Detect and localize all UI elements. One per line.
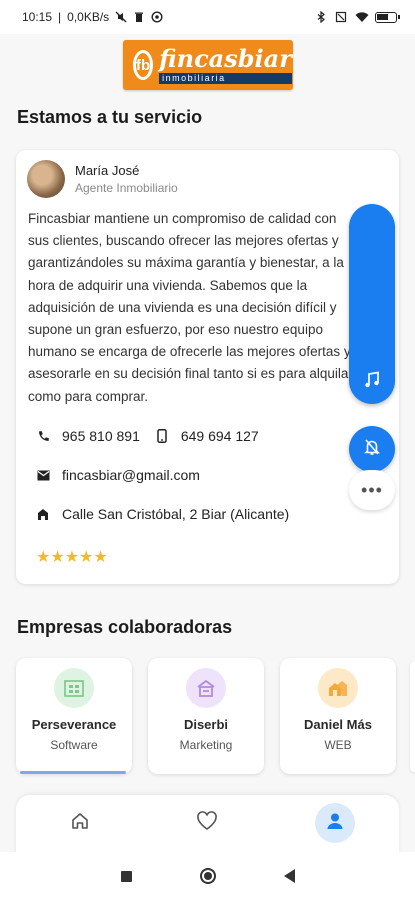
home-icon <box>70 811 90 836</box>
notifications-off-button[interactable] <box>349 426 395 472</box>
wifi-icon <box>355 11 369 23</box>
music-player-panel[interactable] <box>349 204 395 404</box>
company-card-partial[interactable] <box>410 662 415 772</box>
company-name: Perseverance <box>31 717 117 732</box>
company-category: Marketing <box>179 738 233 752</box>
more-dots-icon: ••• <box>361 479 383 500</box>
nav-favorites[interactable] <box>187 803 227 843</box>
rating-stars: ★★★★★ <box>36 549 108 566</box>
trash-icon <box>133 11 145 23</box>
address-row: Calle San Cristóbal, 2 Biar (Alicante) <box>36 506 289 522</box>
mute-icon <box>115 11 127 23</box>
phone-1[interactable]: 965 810 891 <box>62 428 140 444</box>
system-navigation-bar <box>0 852 415 900</box>
company-name: Diserbi <box>183 717 229 732</box>
mobile-icon <box>155 429 169 443</box>
mail-icon <box>36 468 50 482</box>
address: Calle San Cristóbal, 2 Biar (Alicante) <box>62 506 290 522</box>
location-building-icon <box>36 507 50 521</box>
company-card[interactable]: Perseverance Software <box>16 658 132 774</box>
status-bar: 10:15 | 0,0KB/s <box>0 0 415 34</box>
companies-title: Empresas colaboradoras <box>17 617 233 637</box>
logo-text: fincasbiar inmobiliaria <box>159 43 292 84</box>
sim-icon <box>335 11 347 23</box>
company-card[interactable]: Diserbi Marketing <box>148 658 264 774</box>
houses-icon <box>318 668 358 708</box>
logo-mark-icon: fb <box>133 50 154 80</box>
nav-profile[interactable] <box>315 803 355 843</box>
agent-role: Agente Inmobiliario <box>75 181 178 195</box>
service-description: Fincasbiar mantiene un compromiso de cal… <box>28 211 353 404</box>
avatar <box>27 160 65 198</box>
bell-off-icon <box>363 438 381 461</box>
building-icon <box>54 668 94 708</box>
more-options-button[interactable]: ••• <box>349 470 395 510</box>
store-icon <box>186 668 226 708</box>
email[interactable]: fincasbiar@gmail.com <box>62 467 200 483</box>
status-right <box>315 10 400 24</box>
company-category: Software <box>50 738 98 752</box>
status-left: 10:15 | 0,0KB/s <box>22 10 163 24</box>
phone-row: 965 810 891 649 694 127 <box>36 428 259 444</box>
battery-icon <box>375 11 400 23</box>
profile-icon <box>325 811 345 836</box>
selected-indicator <box>20 771 126 774</box>
nav-home[interactable] <box>60 803 100 843</box>
heart-icon <box>196 810 218 836</box>
brand-logo: fb fincasbiar inmobiliaria <box>123 40 293 90</box>
email-row: fincasbiar@gmail.com <box>36 467 200 483</box>
logo-name: fincasbiar <box>159 43 292 73</box>
logo-sub: inmobiliaria <box>159 72 292 84</box>
recent-apps-icon[interactable] <box>120 870 132 882</box>
home-button-icon[interactable] <box>199 868 216 884</box>
agent-header: María José Agente Inmobiliario <box>27 160 178 198</box>
company-category: WEB <box>324 738 352 752</box>
back-icon[interactable] <box>283 869 295 883</box>
company-name: Daniel Más <box>304 717 372 732</box>
phone-icon <box>36 429 50 443</box>
bluetooth-icon <box>315 10 327 24</box>
music-note-icon[interactable] <box>363 371 381 394</box>
agent-name: María José <box>75 163 140 178</box>
phone-2[interactable]: 649 694 127 <box>181 428 259 444</box>
sync-icon <box>151 11 163 23</box>
network-speed: 0,0KB/s <box>67 10 110 24</box>
bottom-navigation <box>16 795 399 855</box>
clock: 10:15 <box>22 10 53 24</box>
company-card[interactable]: Daniel Más WEB <box>280 658 396 774</box>
agent-card: María José Agente Inmobiliario Fincasbia… <box>16 150 399 584</box>
service-title: Estamos a tu servicio <box>17 107 203 127</box>
